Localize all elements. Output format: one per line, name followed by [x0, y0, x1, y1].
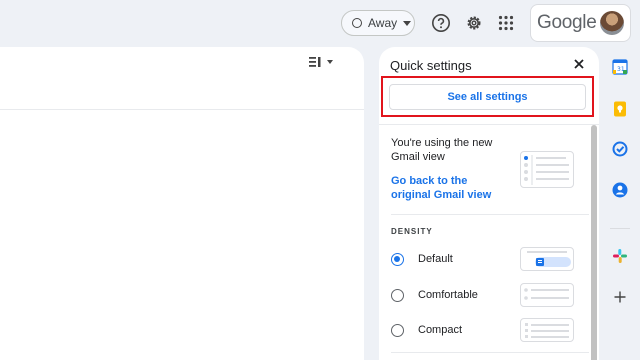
section-divider	[391, 352, 589, 353]
google-wordmark: Google	[537, 12, 597, 33]
status-selector[interactable]: Away	[341, 10, 415, 36]
radio-selected-icon[interactable]	[391, 252, 404, 266]
section-divider	[391, 214, 589, 215]
density-option-default[interactable]: Default	[391, 247, 591, 271]
settings-gear-icon[interactable]	[463, 12, 485, 34]
mail-list-panel	[0, 47, 364, 360]
split-pane-toggle[interactable]	[309, 57, 333, 67]
slack-icon[interactable]	[611, 247, 629, 265]
radio-unselected-icon[interactable]	[391, 288, 404, 302]
contacts-icon[interactable]	[611, 181, 629, 199]
gmail-view-preview	[520, 151, 574, 188]
split-pane-icon	[309, 57, 321, 67]
gmail-view-notice: You're using the new Gmail view	[391, 137, 493, 163]
section-divider	[379, 124, 599, 125]
svg-text:31: 31	[617, 66, 625, 73]
tasks-icon[interactable]	[611, 140, 629, 158]
chevron-down-icon	[327, 60, 333, 64]
apps-grid-icon[interactable]	[495, 12, 517, 34]
status-label: Away	[368, 16, 398, 30]
quick-settings-title: Quick settings	[390, 58, 472, 73]
scrollbar[interactable]	[591, 125, 597, 360]
calendar-icon[interactable]: 31	[611, 58, 629, 76]
density-heading: DENSITY	[391, 227, 433, 236]
status-circle-icon	[352, 18, 362, 28]
go-back-link[interactable]: Go back to the original Gmail view	[391, 174, 509, 202]
account-button[interactable]: Google	[530, 4, 631, 42]
density-compact-preview	[520, 318, 574, 342]
close-icon[interactable]	[572, 57, 588, 73]
quick-settings-panel: Quick settings See all settings You're u…	[379, 47, 599, 360]
help-icon[interactable]	[430, 12, 452, 34]
add-icon[interactable]	[611, 288, 629, 306]
density-option-compact[interactable]: Compact	[391, 318, 591, 342]
toolbar-divider	[0, 109, 364, 110]
see-all-settings-button[interactable]: See all settings	[389, 84, 586, 110]
density-comfortable-preview	[520, 283, 574, 307]
density-default-preview	[520, 247, 574, 271]
density-option-label: Default	[418, 253, 453, 265]
side-panel-divider	[610, 228, 630, 229]
keep-icon[interactable]	[611, 100, 629, 118]
radio-unselected-icon[interactable]	[391, 323, 404, 337]
density-option-comfortable[interactable]: Comfortable	[391, 283, 591, 307]
density-option-label: Compact	[418, 324, 463, 336]
chevron-down-icon	[403, 20, 412, 26]
avatar[interactable]	[600, 11, 624, 35]
density-option-label: Comfortable	[418, 289, 478, 301]
